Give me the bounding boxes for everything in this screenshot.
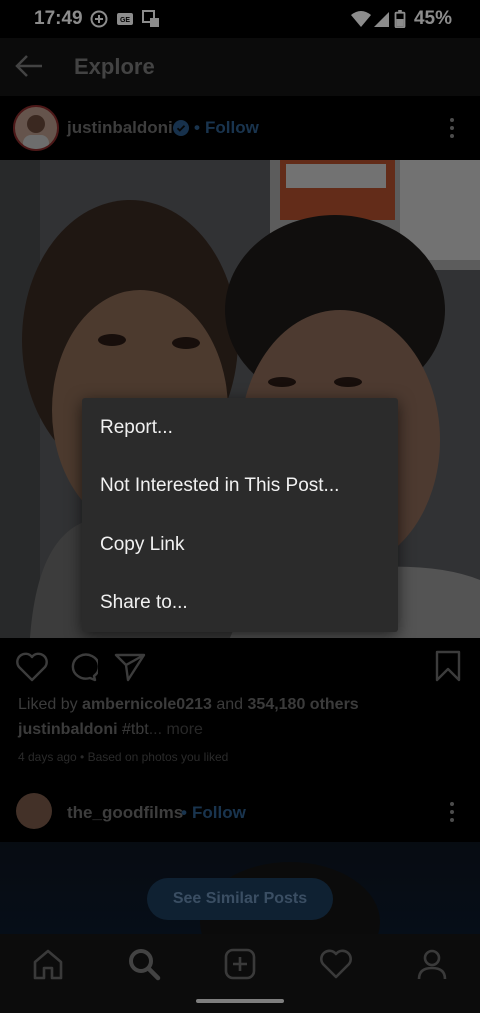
bookmark-icon[interactable] (434, 650, 462, 682)
signal-icon (374, 12, 389, 27)
gesture-home-bar[interactable] (196, 999, 284, 1003)
home-icon[interactable] (30, 946, 66, 982)
post-author-row: justinbaldoni • Follow (0, 96, 480, 160)
battery-percent: 45% (413, 8, 452, 29)
battery-icon (394, 10, 406, 28)
data-saver-icon (90, 10, 108, 28)
caption-line: justinbaldoni #tbt... more (18, 721, 203, 739)
page-title: Explore (74, 54, 155, 79)
likes-and: and (216, 696, 244, 713)
next-post-author-row: the_goodfilms • Follow (0, 780, 480, 840)
news-icon: GE (117, 13, 133, 25)
see-similar-posts-button[interactable]: See Similar Posts (147, 878, 333, 920)
arrow-left-icon[interactable] (14, 54, 44, 78)
next-post-username[interactable]: the_goodfilms (67, 803, 183, 823)
svg-text:GE: GE (120, 17, 130, 24)
likes-line: Liked by ambernicole0213 and 354,180 oth… (18, 696, 468, 714)
separator-dot: • (181, 803, 187, 822)
menu-item-not-interested[interactable]: Not Interested in This Post... (100, 475, 339, 497)
likes-prefix: Liked by (18, 696, 78, 713)
follow-button[interactable]: Follow (205, 118, 259, 138)
post-options-menu: Report... Not Interested in This Post...… (82, 398, 398, 632)
search-icon[interactable] (126, 946, 162, 982)
post-meta: 4 days ago • Based on photos you liked (18, 750, 229, 764)
explore-header: Explore (0, 38, 480, 96)
add-post-icon[interactable] (222, 946, 258, 982)
profile-icon[interactable] (414, 946, 450, 982)
menu-item-copy-link[interactable]: Copy Link (100, 534, 185, 556)
caption-more-link[interactable]: ... more (149, 721, 203, 738)
send-icon[interactable] (114, 652, 146, 682)
separator-dot: • (194, 118, 200, 137)
likes-count-link[interactable]: 354,180 others (248, 696, 359, 713)
notification-icon (142, 10, 159, 27)
avatar[interactable] (13, 105, 59, 151)
heart-icon[interactable] (16, 652, 48, 682)
caption-text: #tbt (122, 721, 149, 738)
comment-icon[interactable] (66, 652, 98, 682)
verified-badge-icon (173, 120, 189, 136)
menu-item-share-to[interactable]: Share to... (100, 592, 188, 614)
post-actions (0, 640, 480, 700)
more-options-icon[interactable] (450, 118, 454, 142)
next-follow-button[interactable]: Follow (192, 803, 246, 823)
post-username[interactable]: justinbaldoni (67, 118, 173, 138)
menu-item-report[interactable]: Report... (100, 417, 173, 439)
activity-heart-icon[interactable] (318, 946, 354, 982)
more-options-icon[interactable] (450, 802, 454, 826)
liked-user-link[interactable]: ambernicole0213 (82, 696, 212, 713)
wifi-icon (351, 11, 371, 27)
status-bar: 17:49 GE 45% (0, 0, 480, 38)
status-time: 17:49 (34, 8, 83, 29)
avatar[interactable] (16, 793, 52, 829)
caption-username[interactable]: justinbaldoni (18, 721, 118, 738)
